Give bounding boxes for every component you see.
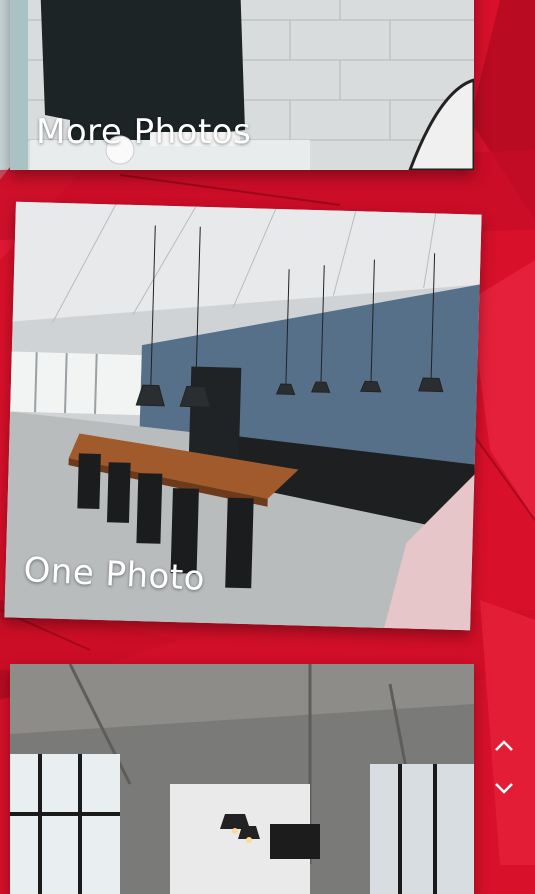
slide-caption: More Photos: [36, 112, 252, 152]
photo-card-one-photo[interactable]: One Photo: [4, 201, 482, 631]
scroll-up-button[interactable]: [488, 730, 520, 762]
office-interior-photo: [10, 664, 474, 894]
chevron-down-icon: [495, 783, 513, 794]
chevron-up-icon: [495, 740, 513, 751]
scroll-down-button[interactable]: [488, 772, 520, 804]
photo-card-more-photos[interactable]: More Photos: [10, 0, 474, 170]
photo-card-office[interactable]: [10, 664, 474, 894]
